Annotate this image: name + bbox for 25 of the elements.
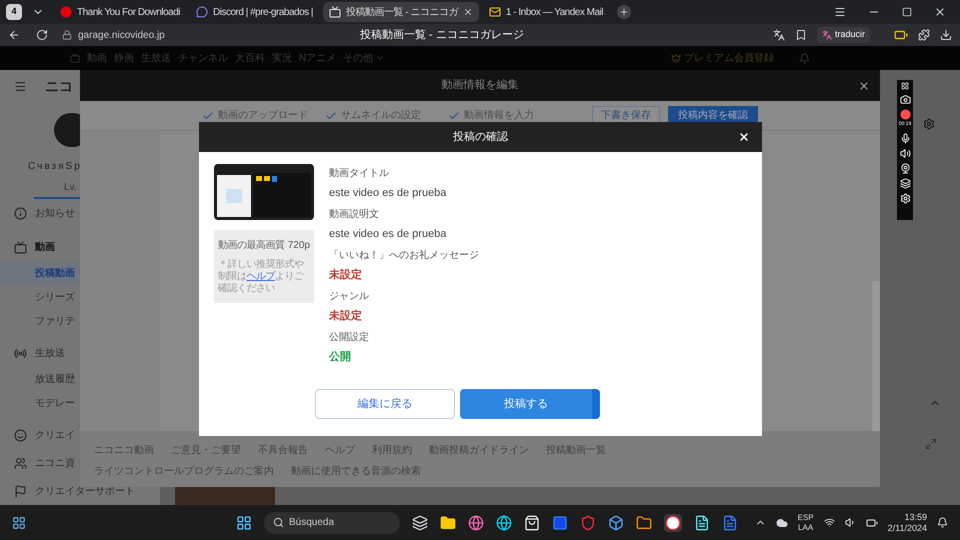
field-label: 公開設定 bbox=[329, 330, 370, 345]
page-title: 投稿動画一覧 - ニコニコガレージ bbox=[360, 28, 524, 43]
field-label: ジャンル bbox=[329, 290, 370, 304]
field-value: este video es de prueba bbox=[329, 227, 448, 242]
tab-title: Thank You For Downloadi bbox=[77, 6, 180, 20]
wizard-step: 動画情報を入力 bbox=[448, 108, 571, 123]
quality-label: 動画の最高画質 bbox=[218, 238, 284, 253]
quality-value: 720p bbox=[288, 239, 310, 253]
user-name: СчвзяSp bbox=[28, 160, 83, 174]
field-label: 「いいね！」へのお礼メッセージ bbox=[329, 248, 479, 263]
wizard-step: サムネイルの設定 bbox=[325, 108, 448, 123]
field-value: 公開 bbox=[329, 350, 352, 365]
site-logo: ニコ bbox=[45, 77, 73, 96]
dialog-title: 動画情報を編集 bbox=[442, 78, 518, 94]
tab-title: Discord | #pre-grabados | bbox=[213, 6, 314, 20]
tab-title: 投稿動画一覧 - ニコニコガ bbox=[346, 6, 458, 20]
field-value: este video es de prueba bbox=[329, 186, 448, 201]
quality-note: ＊詳しい推奨形式や制限はヘルプよりご確認ください bbox=[218, 259, 305, 295]
tab-title: 1 - Inbox — Yandex Mail bbox=[506, 6, 603, 20]
dialog-title: 投稿の確認 bbox=[453, 130, 508, 145]
wizard-step: 動画のアップロード bbox=[202, 108, 325, 123]
field-label: 動画タイトル bbox=[329, 167, 390, 181]
field-value: 未設定 bbox=[329, 268, 363, 283]
field-label: 動画説明文 bbox=[329, 208, 380, 222]
field-value: 未設定 bbox=[329, 308, 363, 324]
